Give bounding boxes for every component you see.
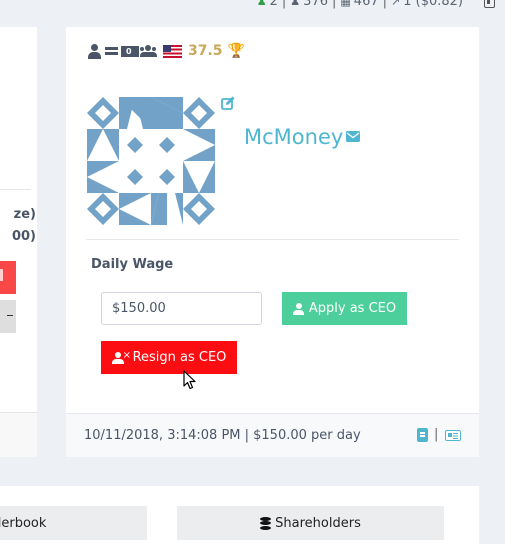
- ceo-icon: [292, 302, 304, 315]
- orderbook-button[interactable]: rderbook: [0, 506, 147, 540]
- equals-icon: [105, 47, 118, 55]
- money-icon: [121, 45, 139, 57]
- chart-icon: ↗: [391, 0, 401, 8]
- identicon-diamond: [159, 137, 175, 153]
- stat-ceo-count: 2: [269, 0, 278, 9]
- resign-as-ceo-button[interactable]: Resign as CEO: [101, 341, 237, 374]
- newspaper-icon[interactable]: [445, 430, 461, 441]
- identicon-diamond: [159, 169, 175, 185]
- stat-employee-count: 376: [303, 0, 328, 9]
- mouse-cursor-icon: [183, 370, 196, 390]
- identicon-triangle: [183, 129, 215, 145]
- identicon-ring: [87, 97, 119, 129]
- top-stats-bar: ♟ 2 | ♟ 376 | ▦ 467 | ↗ 1 ($0.82): [257, 0, 495, 9]
- us-flag-icon: [163, 44, 182, 58]
- ceo-icon: [87, 43, 101, 59]
- left-card-text-1: ze): [13, 207, 36, 222]
- identicon-ring: [87, 193, 119, 225]
- identicon-triangle: [183, 161, 199, 193]
- identicon-triangle: [119, 193, 151, 209]
- company-identicon: [87, 97, 215, 225]
- left-card-text-2: 00): [11, 229, 36, 244]
- company-card: 37.5 🏆 McMoney Daily Wage Apply as CEO R…: [66, 27, 479, 457]
- user-remove-icon: [111, 351, 131, 364]
- edit-icon[interactable]: [221, 96, 235, 110]
- stat-org-count: 467: [353, 0, 379, 9]
- left-card-gray-button[interactable]: [0, 300, 16, 333]
- identicon-ring: [183, 97, 215, 129]
- left-card-red-button[interactable]: [0, 261, 16, 294]
- identicon-triangle: [199, 161, 215, 193]
- identicon-diamond: [127, 137, 143, 153]
- identicon-triangle: [87, 177, 119, 193]
- company-card-footer: 10/11/2018, 3:14:08 PM | $150.00 per day…: [66, 413, 479, 457]
- rating-value: 37.5: [188, 43, 223, 59]
- identicon-triangle: [183, 145, 215, 161]
- identicon-triangle: [87, 161, 119, 177]
- divider: [0, 189, 31, 190]
- mail-icon[interactable]: [346, 131, 360, 142]
- org-chart-icon: ▦: [340, 0, 351, 8]
- identicon-triangle: [103, 129, 119, 161]
- identicon-triangle: [119, 97, 135, 129]
- left-card: ze) 00): [0, 27, 37, 457]
- trophy-icon: 🏆: [227, 43, 245, 59]
- bottom-card: rderbook Shareholders: [0, 486, 479, 544]
- identicon-triangle: [175, 193, 183, 225]
- shareholders-button[interactable]: Shareholders: [177, 506, 444, 540]
- company-name[interactable]: McMoney: [244, 125, 343, 149]
- divider: [86, 239, 459, 240]
- apply-as-ceo-button[interactable]: Apply as CEO: [282, 292, 407, 325]
- exit-icon[interactable]: [484, 0, 495, 8]
- ceo-icon: ♟: [256, 0, 267, 8]
- daily-wage-input[interactable]: [101, 292, 262, 325]
- identicon-diamond: [127, 169, 143, 185]
- wage-timestamp: 10/11/2018, 3:14:08 PM | $150.00 per day: [84, 428, 361, 443]
- identicon-triangle: [87, 129, 103, 161]
- database-icon: [260, 516, 272, 530]
- employee-icon: ♟: [290, 0, 301, 8]
- daily-wage-label: Daily Wage: [91, 257, 174, 272]
- stat-shares: 1 ($0.82): [403, 0, 463, 9]
- identicon-triangle: [119, 209, 151, 225]
- company-stats-row: 37.5 🏆: [87, 43, 245, 59]
- users-icon: [140, 45, 157, 57]
- left-card-footer: [0, 412, 37, 457]
- identicon-ring: [183, 193, 215, 225]
- book-icon[interactable]: [417, 428, 428, 442]
